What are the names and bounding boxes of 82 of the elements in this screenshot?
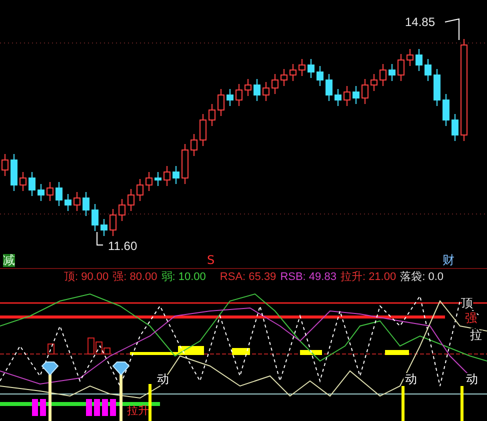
candlestick — [370, 74, 378, 92]
candlestick — [352, 86, 360, 104]
legend-value: RSA: 65.39 — [220, 270, 276, 284]
candlestick — [164, 166, 170, 186]
level-label: 拉 — [470, 328, 482, 342]
candlestick — [146, 172, 152, 192]
signal-block — [110, 398, 116, 416]
candlestick — [92, 204, 98, 232]
level-label: 强 — [465, 310, 477, 325]
legend-value: 弱: 10.00 — [161, 270, 206, 284]
candlestick — [10, 154, 18, 192]
candlestick — [2, 154, 8, 176]
volume-bar — [232, 348, 250, 355]
signal-label: 动 — [405, 372, 417, 386]
candlestick — [56, 182, 62, 206]
candlestick — [406, 48, 414, 66]
signal-block — [102, 398, 108, 416]
candlestick — [136, 178, 144, 202]
candlestick — [344, 86, 350, 106]
candlestick — [262, 82, 270, 102]
candlestick — [298, 58, 306, 76]
candlestick — [200, 114, 206, 146]
legend-value: 落袋: 0.0 — [400, 270, 444, 284]
volume-bar — [385, 350, 409, 355]
volume-bar — [300, 350, 322, 355]
candlestick — [20, 172, 26, 192]
candlestick — [308, 58, 314, 78]
candlestick — [100, 218, 108, 236]
sell-marker: 减 — [3, 254, 15, 268]
leader-line — [444, 18, 460, 40]
high-price-label: 14.85 — [405, 15, 436, 29]
candlestick — [416, 48, 422, 72]
candlestick — [442, 94, 450, 126]
signal-block — [40, 398, 46, 416]
candlestick — [82, 192, 90, 216]
candlestick — [254, 78, 260, 102]
diamond-icon — [41, 361, 59, 376]
candlestick — [172, 166, 180, 184]
candlestick — [64, 194, 72, 212]
finance-marker: 财 — [442, 254, 455, 268]
low-price-label: 11.60 — [108, 239, 138, 253]
candlestick — [182, 144, 188, 184]
histogram-bar — [48, 343, 54, 354]
signal-block — [86, 398, 92, 416]
candlestick — [38, 184, 44, 202]
candlestick — [362, 78, 368, 104]
signal-block — [94, 398, 100, 416]
diamond-icon — [112, 361, 130, 376]
candlestick — [434, 68, 440, 106]
candlestick — [46, 182, 54, 202]
candlestick — [236, 84, 242, 106]
candlestick — [128, 188, 134, 212]
candlestick — [290, 64, 296, 82]
candlestick — [244, 78, 252, 96]
candlestick — [452, 114, 458, 142]
signal-label: 动 — [466, 372, 478, 386]
legend-value: RSB: 49.83 — [280, 270, 336, 284]
legend-value: 强: 80.00 — [112, 270, 158, 284]
candlestick — [190, 134, 198, 156]
candlestick — [218, 88, 224, 116]
candlestick — [334, 88, 342, 106]
candlestick — [316, 66, 324, 86]
candlestick — [154, 172, 162, 186]
candlestick — [380, 64, 386, 86]
rise-label: 拉升 — [127, 404, 149, 417]
candlestick — [424, 58, 432, 82]
candlestick — [326, 74, 332, 102]
candlestick — [118, 198, 126, 222]
candlestick — [398, 54, 404, 82]
candlestick — [272, 74, 278, 94]
legend-value: 拉升: 21.00 — [340, 270, 396, 284]
candlestick — [280, 68, 288, 86]
candlestick — [226, 88, 234, 106]
candlestick — [28, 172, 36, 196]
candlestick — [110, 208, 116, 236]
signal-marker: S — [207, 254, 215, 268]
candlestick — [208, 104, 216, 126]
candlestick — [74, 192, 80, 212]
candlestick — [388, 64, 396, 82]
leader-line — [96, 232, 104, 246]
legend-value: 顶: 90.00 — [64, 270, 109, 284]
signal-block — [32, 398, 38, 416]
